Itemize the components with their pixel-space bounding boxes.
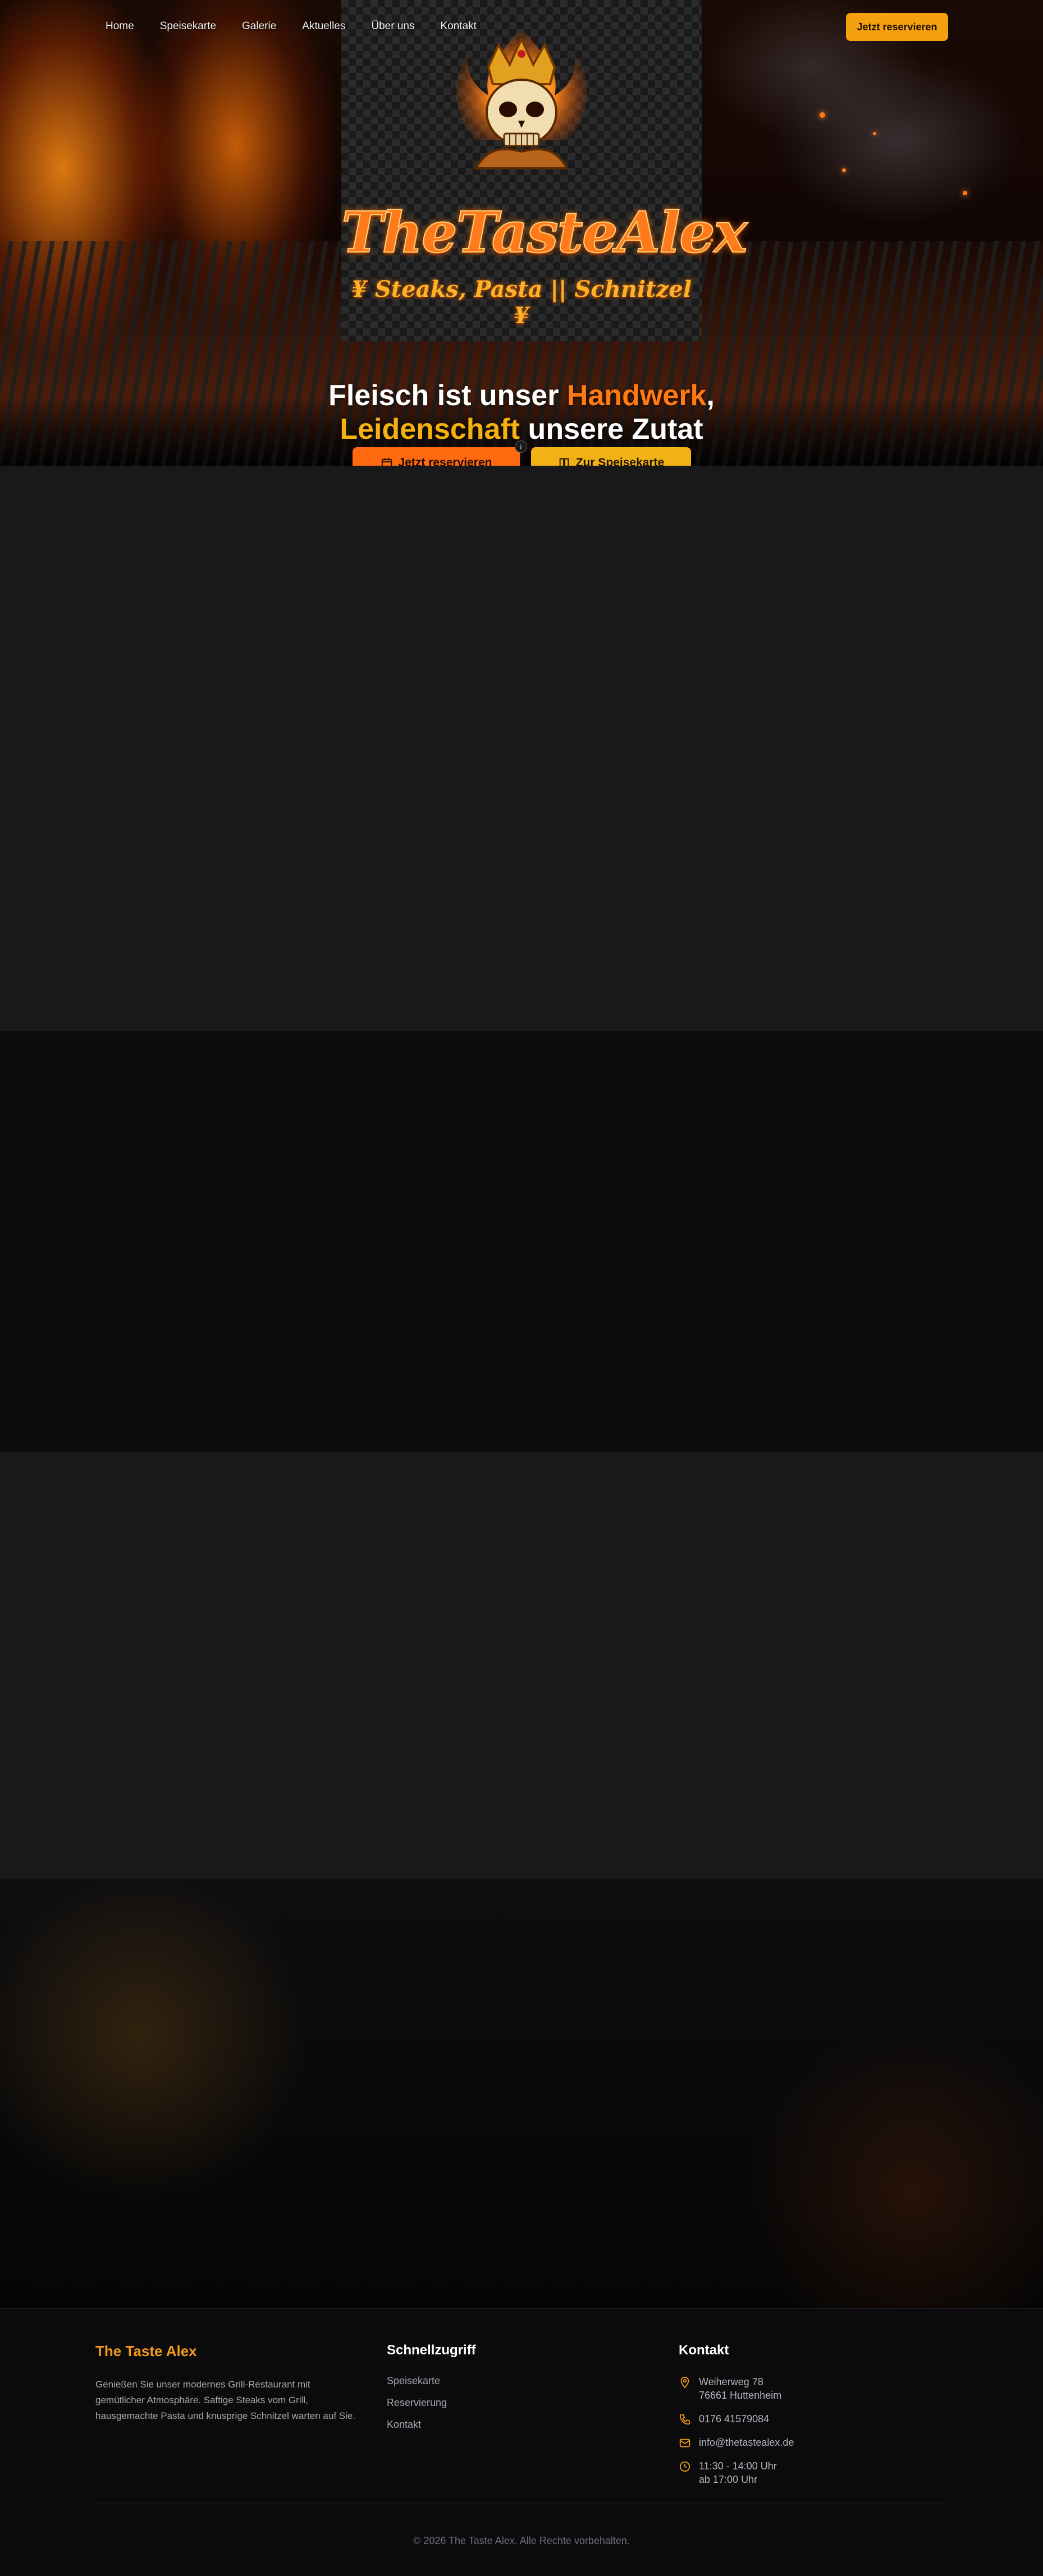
map-pin-icon bbox=[680, 2376, 689, 2389]
ember-spark bbox=[873, 132, 876, 135]
info-badge[interactable]: i bbox=[515, 440, 527, 453]
nav-item-kontakt[interactable]: Kontakt bbox=[441, 20, 477, 33]
nav-item-ueber-uns[interactable]: Über uns bbox=[371, 20, 414, 33]
address-line-2: 76661 Huttenheim bbox=[699, 2390, 782, 2401]
mail-icon bbox=[679, 2439, 690, 2448]
footer-quick-links: Schnellzugriff Speisekarte Reservierung … bbox=[387, 2343, 611, 2441]
nav-reserve-button[interactable]: Jetzt reservieren bbox=[846, 13, 948, 41]
footer-hours: 11:30 - 14:00 Uhr ab 17:00 Uhr bbox=[679, 2459, 948, 2486]
content-section-4 bbox=[0, 1879, 1043, 2308]
footer-description: Genießen Sie unser modernes Grill-Restau… bbox=[95, 2379, 356, 2421]
footer-link-kontakt[interactable]: Kontakt bbox=[387, 2419, 611, 2431]
footer-link-speisekarte[interactable]: Speisekarte bbox=[387, 2375, 611, 2387]
footer-brand: The Taste Alex bbox=[95, 2343, 197, 2359]
ember-spark bbox=[820, 112, 825, 118]
footer-quick-title: Schnellzugriff bbox=[387, 2343, 476, 2358]
hero-reserve-label: Jetzt reservieren bbox=[398, 456, 492, 466]
nav-item-galerie[interactable]: Galerie bbox=[242, 20, 276, 33]
menu-book-icon bbox=[559, 458, 569, 466]
email-address: info@thetastealex.de bbox=[699, 2437, 794, 2448]
headline-highlight-leidenschaft: Leidenschaft bbox=[340, 412, 520, 446]
footer-copyright: © 2026 The Taste Alex. Alle Rechte vorbe… bbox=[413, 2535, 630, 2546]
phone-number: 0176 41579084 bbox=[699, 2413, 770, 2425]
headline-highlight-handwerk: Handwerk bbox=[566, 379, 707, 412]
footer-address: Weiherweg 78 76661 Huttenheim bbox=[679, 2375, 948, 2402]
address-line-1: Weiherweg 78 bbox=[699, 2376, 763, 2387]
ember-spark bbox=[842, 168, 846, 172]
restaurant-logo: TheTasteAlex ¥ Steaks, Pasta || Schnitze… bbox=[341, 0, 748, 341]
headline-comma: , bbox=[706, 379, 715, 412]
hero-reserve-button[interactable]: Jetzt reservieren bbox=[353, 447, 520, 466]
footer-phone[interactable]: 0176 41579084 bbox=[679, 2412, 948, 2426]
content-section-2 bbox=[0, 1031, 1043, 1452]
footer-contact: Kontakt Weiherweg 78 76661 Huttenheim 01… bbox=[679, 2343, 948, 2496]
clock-icon bbox=[679, 2461, 690, 2472]
main-navigation: Home Speisekarte Galerie Aktuelles Über … bbox=[106, 20, 502, 33]
headline-text-end: unsere Zutat bbox=[520, 412, 703, 446]
nav-item-speisekarte[interactable]: Speisekarte bbox=[160, 20, 216, 33]
calendar-icon bbox=[381, 458, 392, 466]
content-section-1 bbox=[0, 466, 1043, 1031]
phone-icon bbox=[679, 2414, 690, 2425]
logo-tagline: ¥ Steaks, Pasta || Schnitzel ¥ bbox=[351, 276, 692, 329]
content-section-3 bbox=[0, 1452, 1043, 1879]
ember-spark bbox=[963, 191, 967, 195]
site-footer: The Taste Alex Genießen Sie unser modern… bbox=[0, 2308, 1043, 2576]
footer-about: The Taste Alex Genießen Sie unser modern… bbox=[95, 2343, 359, 2424]
nav-item-aktuelles[interactable]: Aktuelles bbox=[302, 20, 345, 33]
hero-menu-button[interactable]: Zur Speisekarte bbox=[531, 447, 691, 466]
logo-wordmark: TheTasteAlex bbox=[341, 199, 748, 266]
hero-menu-label: Zur Speisekarte bbox=[575, 456, 665, 466]
hours-line-2: ab 17:00 Uhr bbox=[699, 2474, 758, 2485]
hours-line-1: 11:30 - 14:00 Uhr bbox=[699, 2460, 777, 2472]
headline-text: Fleisch ist unser bbox=[328, 379, 567, 412]
nav-item-home[interactable]: Home bbox=[106, 20, 134, 33]
footer-contact-title: Kontakt bbox=[679, 2343, 729, 2358]
footer-link-reservierung[interactable]: Reservierung bbox=[387, 2397, 611, 2409]
footer-email[interactable]: info@thetastealex.de bbox=[679, 2436, 948, 2449]
hero-headline: Fleisch ist unser Handwerk, Leidenschaft … bbox=[297, 379, 746, 446]
hero-section: Home Speisekarte Galerie Aktuelles Über … bbox=[0, 0, 1043, 466]
